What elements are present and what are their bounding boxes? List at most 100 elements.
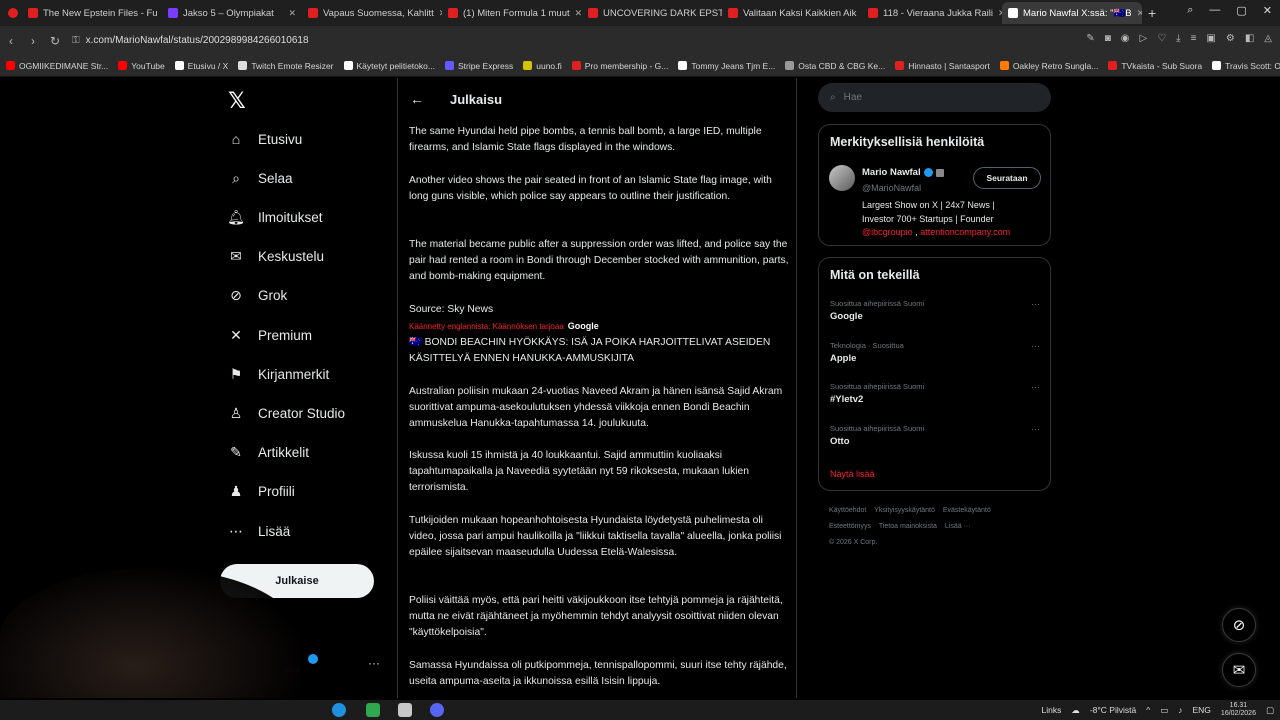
bookmark-item[interactable]: OGMIIKEDIMANE Str... xyxy=(6,61,108,71)
bookmark-item[interactable]: Oakley Retro Sungla... xyxy=(999,61,1098,71)
sidebar-icon[interactable]: ◧ xyxy=(1245,33,1254,44)
nav-item-creator-studio[interactable]: ♙ Creator Studio xyxy=(228,405,345,421)
bookmark-item[interactable]: TVkaista - Sub Suora xyxy=(1108,61,1202,71)
bookmark-favicon-icon xyxy=(678,61,688,70)
minimize-button[interactable]: — xyxy=(1209,4,1220,17)
app-icon[interactable] xyxy=(366,703,380,717)
footer-link[interactable]: Tietoa mainoksista xyxy=(879,523,937,530)
browser-tab[interactable]: 118 - Vieraana Jukka Raili ✕ xyxy=(862,2,1002,24)
bookmark-item[interactable]: Stripe Express xyxy=(444,61,513,71)
footer-link[interactable]: Esteettömyys xyxy=(829,523,871,530)
links-toolbar[interactable]: Links xyxy=(1041,705,1061,715)
nav-item-grok[interactable]: ⊘ Grok xyxy=(228,287,287,304)
edit-icon[interactable]: ✎ xyxy=(1086,33,1094,44)
trend-more-icon[interactable]: ··· xyxy=(1031,341,1040,351)
search-tabs-icon[interactable]: ⌕ xyxy=(1187,4,1193,17)
tab-title: Mario Nawfal X:ssä: "🇦🇺B xyxy=(1023,7,1132,19)
browser-tab[interactable]: Jakso 5 – Olympiakat ✕ xyxy=(162,2,302,24)
avatar[interactable] xyxy=(829,165,855,191)
site-info-icon[interactable]: ⚿ xyxy=(72,35,80,46)
trend-more-icon[interactable]: ··· xyxy=(1031,382,1040,392)
trend-more-icon[interactable]: ··· xyxy=(1031,424,1040,434)
bookmark-item[interactable]: Travis Scott: Outfits,... xyxy=(1212,61,1280,71)
bookmark-item[interactable]: Käytetyt pelitietoko... xyxy=(343,61,435,71)
browser-menu-icon[interactable] xyxy=(4,2,22,24)
bookmark-item[interactable]: Twitch Emote Resizer xyxy=(238,61,334,71)
nav-item-selaa[interactable]: ⌕ Selaa xyxy=(228,170,292,186)
post-paragraph: Another video shows the pair seated in f… xyxy=(409,175,772,202)
nav-item-etusivu[interactable]: ⌂ Etusivu xyxy=(228,131,303,147)
bookmark-item[interactable]: Hinnasto | Santasport xyxy=(895,61,990,71)
notification-icon[interactable]: ▢ xyxy=(1266,705,1274,716)
trend-item[interactable]: Teknologia · Suosittua Apple ··· xyxy=(830,341,1040,364)
bookmark-item[interactable]: Tommy Jeans Tjm E... xyxy=(678,61,775,71)
tab-close-icon[interactable]: ✕ xyxy=(288,8,296,19)
trend-item[interactable]: Suosittua aihepiirissä Suomi Google ··· xyxy=(830,299,1040,322)
clock[interactable]: 16.31 16/02/2026 xyxy=(1221,702,1256,718)
nav-item-kirjanmerkit[interactable]: ⚑ Kirjanmerkit xyxy=(228,366,330,382)
play-icon[interactable]: ▷ xyxy=(1139,33,1147,44)
address-bar[interactable]: ⚿ x.com/MarioNawfal/status/2002989984266… xyxy=(72,35,309,46)
wallet-icon[interactable]: ▣ xyxy=(1206,33,1215,44)
nav-item-profiili[interactable]: ♟ Profiili xyxy=(228,483,295,500)
messages-fab-icon[interactable]: ✉ xyxy=(1222,653,1256,687)
browser-tab[interactable]: Valitaan Kaksi Kaikkien Aik✕ xyxy=(722,2,862,24)
footer-link[interactable]: Lisää ··· xyxy=(945,523,971,530)
heart-icon[interactable]: ♡ xyxy=(1157,33,1166,44)
menu-icon[interactable]: ≡ xyxy=(1191,33,1197,44)
footer-link[interactable]: Evästekäytäntö xyxy=(943,507,991,514)
volume-icon[interactable]: ♪ xyxy=(1178,705,1182,715)
nav-item-ilmoitukset[interactable]: 🔔︎ Ilmoitukset xyxy=(227,209,322,225)
grok-fab-icon[interactable]: ⊘ xyxy=(1222,608,1256,642)
browser-tab[interactable]: Mario Nawfal X:ssä: "🇦🇺B ✕ xyxy=(1002,2,1142,24)
footer-link[interactable]: Yksityisyyskäytäntö xyxy=(874,507,935,514)
language-indicator[interactable]: ENG xyxy=(1193,705,1211,715)
bio-link[interactable]: @ibcgroupio xyxy=(862,227,913,237)
app-icon[interactable] xyxy=(398,703,412,717)
reload-button[interactable]: ↻ xyxy=(44,34,66,48)
nav-item-lisää[interactable]: ⋯ Lisää xyxy=(228,523,290,539)
following-button[interactable]: Seurataan xyxy=(973,167,1041,189)
trend-more-icon[interactable]: ··· xyxy=(1031,299,1040,309)
nav-item-artikkelit[interactable]: ✎ Artikkelit xyxy=(228,444,309,461)
ai-icon[interactable]: ◬ xyxy=(1264,33,1272,44)
camera-icon[interactable]: ◙ xyxy=(1105,33,1111,44)
close-window-button[interactable]: ✕ xyxy=(1263,4,1272,17)
show-more-link[interactable]: Näytä lisää xyxy=(830,469,875,479)
download-icon[interactable]: ⤓ xyxy=(1176,33,1180,44)
new-tab-button[interactable]: + xyxy=(1142,5,1162,21)
nav-item-premium[interactable]: ✕ Premium xyxy=(228,327,312,343)
bookmark-favicon-icon xyxy=(238,61,248,70)
browser-tab[interactable]: UNCOVERING DARK EPST✕ xyxy=(582,2,722,24)
trend-item[interactable]: Suosittua aihepiirissä Suomi #Yletv2 ··· xyxy=(830,382,1040,405)
edge-icon[interactable] xyxy=(332,703,346,717)
shield-icon[interactable]: ◉ xyxy=(1121,33,1130,44)
weather-text[interactable]: -8°C Pilvistä xyxy=(1090,705,1136,715)
bio-link[interactable]: attentioncompany.com xyxy=(920,227,1010,237)
discord-icon[interactable] xyxy=(430,703,444,717)
network-icon[interactable]: ▭ xyxy=(1160,705,1168,716)
bookmark-item[interactable]: uuno.fi xyxy=(523,61,562,71)
tray-up-icon[interactable]: ^ xyxy=(1146,705,1150,715)
account-more-icon[interactable]: ··· xyxy=(368,656,380,670)
nav-item-keskustelu[interactable]: ✉ Keskustelu xyxy=(228,248,324,265)
footer-link[interactable]: Käyttöehdot xyxy=(829,507,866,514)
back-button[interactable]: ‹ xyxy=(0,34,22,48)
extension-icon[interactable]: ⚙ xyxy=(1226,33,1235,44)
bookmark-item[interactable]: Etusivu / X xyxy=(174,61,228,71)
x-logo-icon[interactable]: 𝕏 xyxy=(228,88,246,114)
trend-item[interactable]: Suosittua aihepiirissä Suomi Otto ··· xyxy=(830,424,1040,447)
forward-button[interactable]: › xyxy=(22,34,44,48)
maximize-button[interactable]: ▢ xyxy=(1236,4,1246,17)
translation-label[interactable]: Käännetty englannista: Käännöksen tarjoa… xyxy=(409,322,564,331)
back-arrow-icon[interactable]: ← xyxy=(410,91,424,107)
tab-close-icon[interactable]: ✕ xyxy=(575,8,582,19)
search-box[interactable]: ⌕ Hae xyxy=(818,83,1051,112)
bookmark-item[interactable]: YouTube xyxy=(118,61,165,71)
bookmark-item[interactable]: Pro membership - G... xyxy=(571,61,668,71)
person-name-row[interactable]: Mario Nawfal xyxy=(862,167,944,178)
bookmark-item[interactable]: Osta CBD & CBG Ke... xyxy=(785,61,885,71)
browser-tab[interactable]: Vapaus Suomessa, Kahlitt✕ xyxy=(302,2,442,24)
browser-tab[interactable]: (1) Miten Formula 1 muut ✕ xyxy=(442,2,582,24)
browser-tab[interactable]: The New Epstein Files - Fu✕ xyxy=(22,2,162,24)
